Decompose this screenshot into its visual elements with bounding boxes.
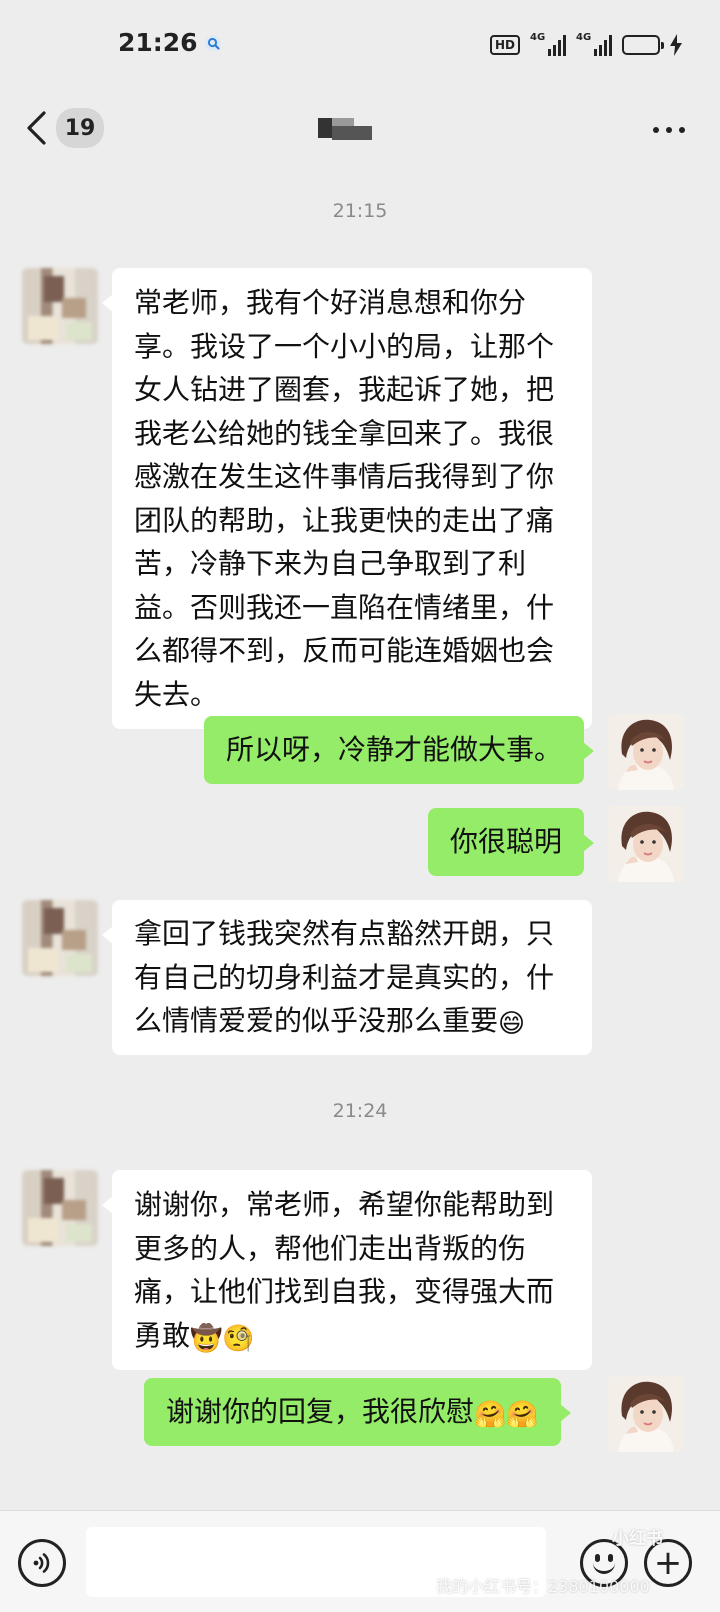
message-bubble-incoming[interactable]: 谢谢你，常老师，希望你能帮助到更多的人，帮他们走出背叛的伤痛，让他们找到自我，变… (102, 1170, 592, 1370)
contact-avatar[interactable] (22, 900, 98, 976)
message-text: 常老师，我有个好消息想和你分享。我设了一个小小的局，让那个女人钻进了圈套，我起诉… (134, 286, 555, 711)
voice-icon (33, 1553, 50, 1573)
back-button[interactable]: 19 (26, 104, 116, 152)
hd-badge: HD (489, 35, 520, 55)
my-avatar[interactable] (608, 714, 684, 790)
emoji-icon: 🤠🧐 (190, 1323, 255, 1354)
status-bar: 21:26 HD 4G 4G (0, 0, 720, 90)
my-avatar[interactable] (608, 1376, 684, 1452)
message-text: 你很聪明 (450, 825, 563, 858)
grinning-emoji-icon: 😄 (498, 1009, 526, 1039)
charging-icon (670, 34, 682, 56)
message-bubble-outgoing[interactable]: 所以呀，冷静才能做大事。 (204, 716, 595, 784)
signal-icon: 4G (530, 32, 566, 56)
message-bubble-outgoing[interactable]: 你很聪明 (428, 808, 595, 876)
chevron-left-icon (27, 111, 46, 145)
message-text: 所以呀，冷静才能做大事。 (226, 733, 563, 766)
status-indicators: HD 4G 4G (489, 30, 682, 60)
message-bubble-incoming[interactable]: 常老师，我有个好消息想和你分享。我设了一个小小的局，让那个女人钻进了圈套，我起诉… (102, 268, 592, 729)
hug-emoji-icon: 🤗🤗 (474, 1400, 539, 1430)
smiley-icon (595, 1554, 600, 1562)
message-text: 拿回了钱我突然有点豁然开朗，只有自己的切身利益才是真实的，什么情情爱爱的似乎没那… (134, 917, 555, 1037)
message-list[interactable]: 21:15 常老师，我有个好消息想和你分享。我设了一个小小的局，让那个女人钻进了… (0, 170, 720, 1510)
message-bubble-outgoing[interactable]: 谢谢你的回复，我很欣慰🤗🤗 (144, 1378, 571, 1446)
chat-title-redacted (318, 118, 378, 142)
contact-avatar[interactable] (22, 1170, 98, 1246)
watermark-logo: 小红书 (612, 1529, 663, 1549)
more-options-button[interactable] (644, 112, 694, 148)
contact-avatar[interactable] (22, 268, 98, 344)
signal-icon: 4G (576, 32, 612, 56)
message-timestamp: 21:24 (332, 1100, 388, 1122)
battery-icon (622, 35, 664, 55)
unread-count-badge: 19 (56, 108, 104, 148)
my-avatar[interactable] (608, 806, 684, 882)
message-text: 谢谢你的回复，我很欣慰 (166, 1395, 475, 1428)
chat-header: 19 (0, 90, 720, 170)
watermark-text: 我的小红书号：2380100000 (436, 1577, 650, 1596)
status-time: 21:26 (118, 28, 198, 57)
message-timestamp: 21:15 (332, 200, 388, 222)
search-notification-icon (205, 35, 221, 51)
voice-input-button[interactable] (18, 1539, 66, 1587)
plus-icon: + (653, 1543, 683, 1583)
message-bubble-incoming[interactable]: 拿回了钱我突然有点豁然开朗，只有自己的切身利益才是真实的，什么情情爱爱的似乎没那… (102, 900, 592, 1055)
